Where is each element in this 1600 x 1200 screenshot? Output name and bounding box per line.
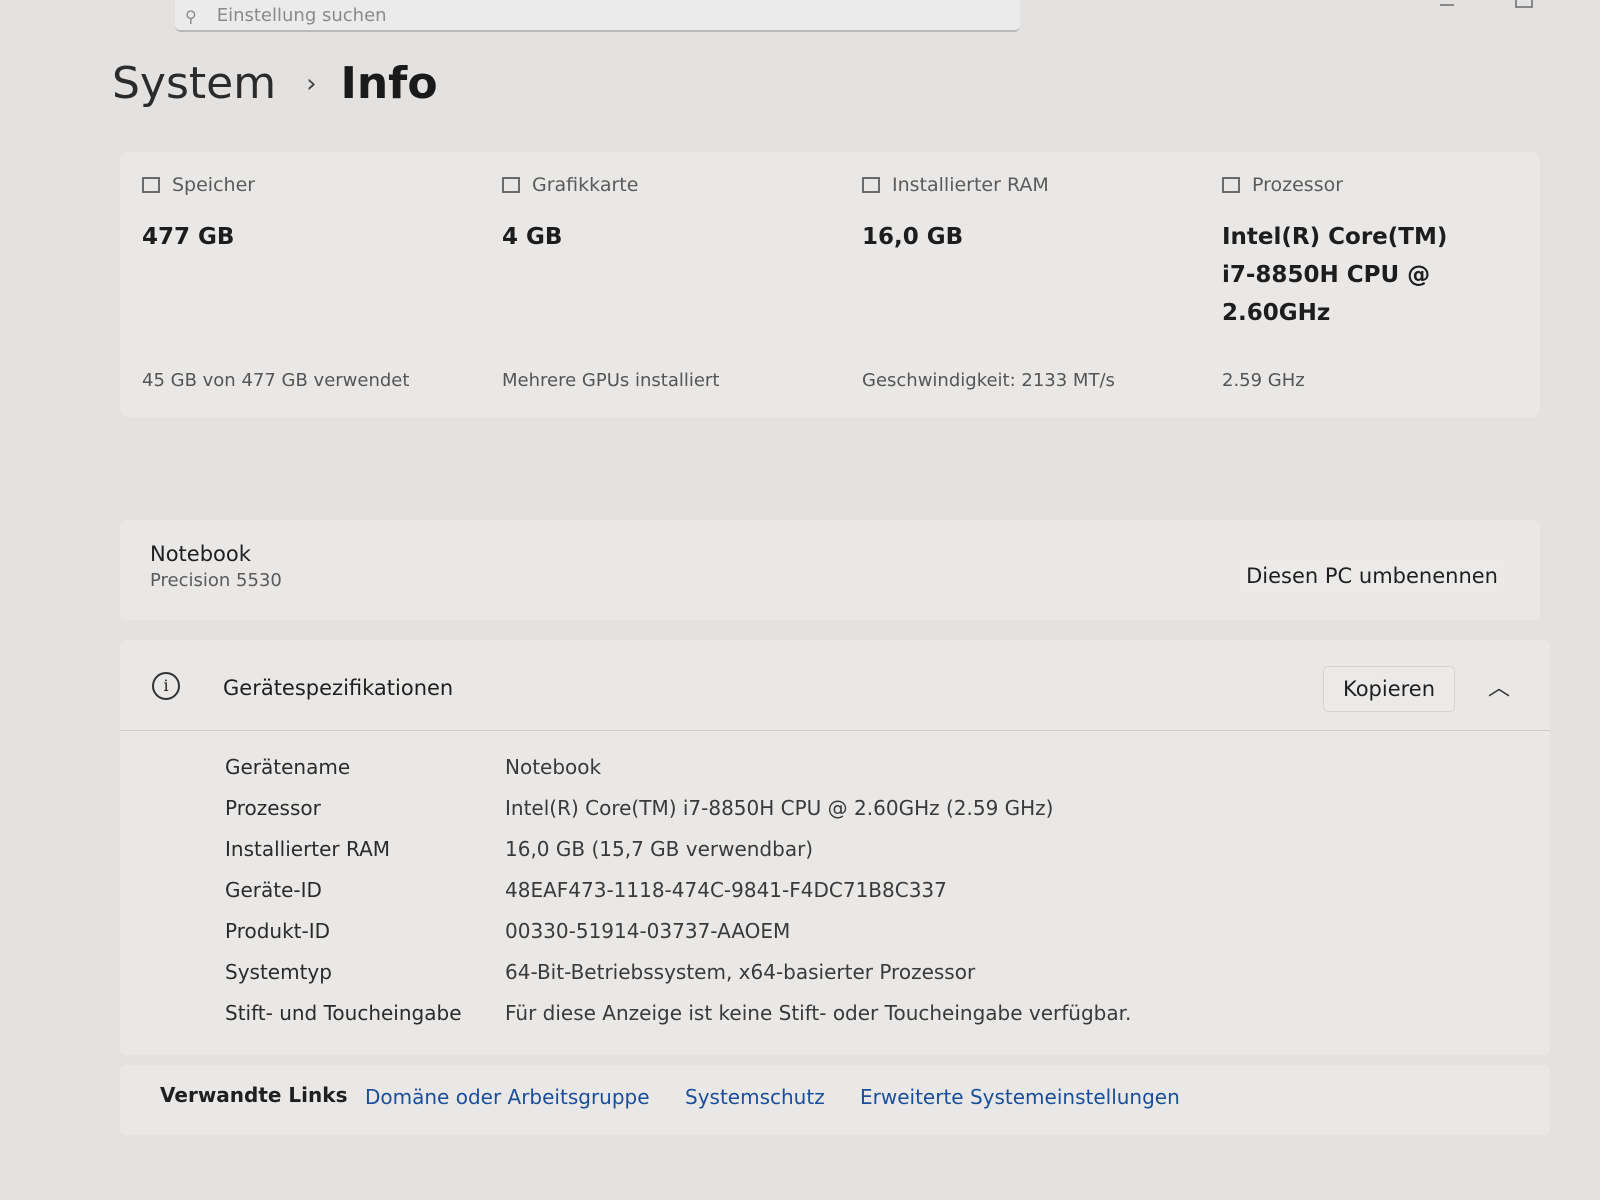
cpu-line: i7-8850H CPU @ — [1222, 262, 1431, 288]
spec-row: Geräte-ID 48EAF473-1118-474C-9841-F4DC71B… — [225, 878, 1131, 919]
cpu-line: Intel(R) Core(TM) — [1222, 224, 1448, 250]
ram-icon — [862, 177, 880, 193]
card-ram: Installierter RAM 16,0 GB Geschwindigkei… — [862, 174, 1202, 414]
card-sub: 45 GB von 477 GB verwendet — [142, 370, 410, 391]
related-links-title: Verwandte Links — [160, 1083, 348, 1107]
spec-value: Notebook — [505, 755, 602, 779]
spec-key: Stift- und Toucheingabe — [225, 1001, 462, 1025]
spec-row: Gerätename Notebook — [225, 755, 1131, 796]
link-system-protection[interactable]: Systemschutz — [685, 1085, 825, 1109]
link-domain-workgroup[interactable]: Domäne oder Arbeitsgruppe — [365, 1085, 650, 1109]
card-value: 4 GB — [502, 224, 563, 250]
spec-key: Systemtyp — [225, 960, 332, 984]
chevron-right-icon: › — [306, 68, 317, 99]
spec-value: 64-Bit-Betriebssystem, x64-basierter Pro… — [505, 960, 976, 984]
spec-key: Installierter RAM — [225, 837, 391, 861]
card-sub: 2.59 GHz — [1222, 370, 1305, 391]
card-cpu: Prozessor Intel(R) Core(TM) i7-8850H CPU… — [1222, 174, 1562, 414]
spec-value: 16,0 GB (15,7 GB verwendbar) — [505, 837, 814, 861]
card-gpu: Grafikkarte 4 GB Mehrere GPUs installier… — [502, 174, 842, 414]
device-specs-panel: i Gerätespezifikationen Kopieren ︿ Gerät… — [120, 640, 1550, 1055]
card-sub: Geschwindigkeit: 2133 MT/s — [862, 370, 1115, 391]
device-model: Precision 5530 — [150, 570, 282, 591]
rename-pc-button[interactable]: Diesen PC umbenennen — [1240, 560, 1504, 592]
maximize-icon[interactable] — [1515, 0, 1533, 8]
spec-value: Intel(R) Core(TM) i7-8850H CPU @ 2.60GHz… — [505, 796, 1054, 820]
device-panel: Notebook Precision 5530 Diesen PC umbene… — [120, 520, 1540, 620]
storage-icon — [142, 177, 160, 193]
breadcrumb: System › Info — [112, 58, 438, 109]
card-storage: Speicher 477 GB 45 GB von 477 GB verwend… — [142, 174, 482, 414]
spec-row: Installierter RAM 16,0 GB (15,7 GB verwen… — [225, 837, 1131, 878]
hardware-summary: Speicher 477 GB 45 GB von 477 GB verwend… — [120, 152, 1540, 417]
spec-key: Geräte-ID — [225, 878, 322, 902]
spec-value: Für diese Anzeige ist keine Stift- oder … — [505, 1001, 1132, 1025]
spec-key: Prozessor — [225, 796, 321, 820]
device-name: Notebook — [150, 542, 251, 566]
copy-button[interactable]: Kopieren — [1323, 666, 1455, 712]
spec-value: 48EAF473-1118-474C-9841-F4DC71B8C337 — [505, 878, 947, 902]
card-sub: Mehrere GPUs installiert — [502, 370, 720, 391]
minimize-icon[interactable] — [1440, 0, 1454, 6]
spec-row: Produkt-ID 00330-51914-03737-AAOEM — [225, 919, 1131, 960]
card-value: Intel(R) Core(TM) i7-8850H CPU @ 2.60GHz — [1222, 218, 1562, 332]
card-label: Grafikkarte — [532, 174, 639, 196]
breadcrumb-system[interactable]: System — [112, 58, 276, 109]
spec-row: Prozessor Intel(R) Core(TM) i7-8850H CPU … — [225, 796, 1131, 837]
cpu-line: 2.60GHz — [1222, 300, 1331, 326]
device-specs-title: Gerätespezifikationen — [223, 676, 454, 700]
card-label: Installierter RAM — [892, 174, 1049, 196]
page-title: Info — [340, 58, 438, 109]
cpu-icon — [1222, 177, 1240, 193]
search-placeholder: Einstellung suchen — [216, 5, 387, 26]
card-label: Speicher — [172, 174, 256, 196]
spec-list: Gerätename Notebook Prozessor Intel(R) Cor… — [225, 755, 1131, 1042]
spec-key: Produkt-ID — [225, 919, 331, 943]
spec-row: Systemtyp 64-Bit-Betriebssystem, x64-basi… — [225, 960, 1131, 1001]
related-links-panel: Verwandte Links Domäne oder Arbeitsgrupp… — [120, 1065, 1550, 1135]
search-icon: ⚲ — [185, 7, 197, 26]
device-specs-header[interactable]: i Gerätespezifikationen Kopieren ︿ — [120, 640, 1550, 731]
spec-key: Gerätename — [225, 755, 351, 779]
info-icon: i — [152, 672, 180, 700]
card-value: 16,0 GB — [862, 224, 964, 250]
search-input[interactable]: ⚲ Einstellung suchen — [175, 0, 1020, 32]
chevron-up-icon[interactable]: ︿ — [1488, 670, 1510, 702]
card-label: Prozessor — [1252, 174, 1344, 196]
link-advanced-settings[interactable]: Erweiterte Systemeinstellungen — [860, 1085, 1180, 1109]
card-value: 477 GB — [142, 224, 235, 250]
gpu-icon — [502, 177, 520, 193]
spec-row: Stift- und Toucheingabe Für diese Anzeige… — [225, 1001, 1131, 1042]
spec-value: 00330-51914-03737-AAOEM — [505, 919, 791, 943]
